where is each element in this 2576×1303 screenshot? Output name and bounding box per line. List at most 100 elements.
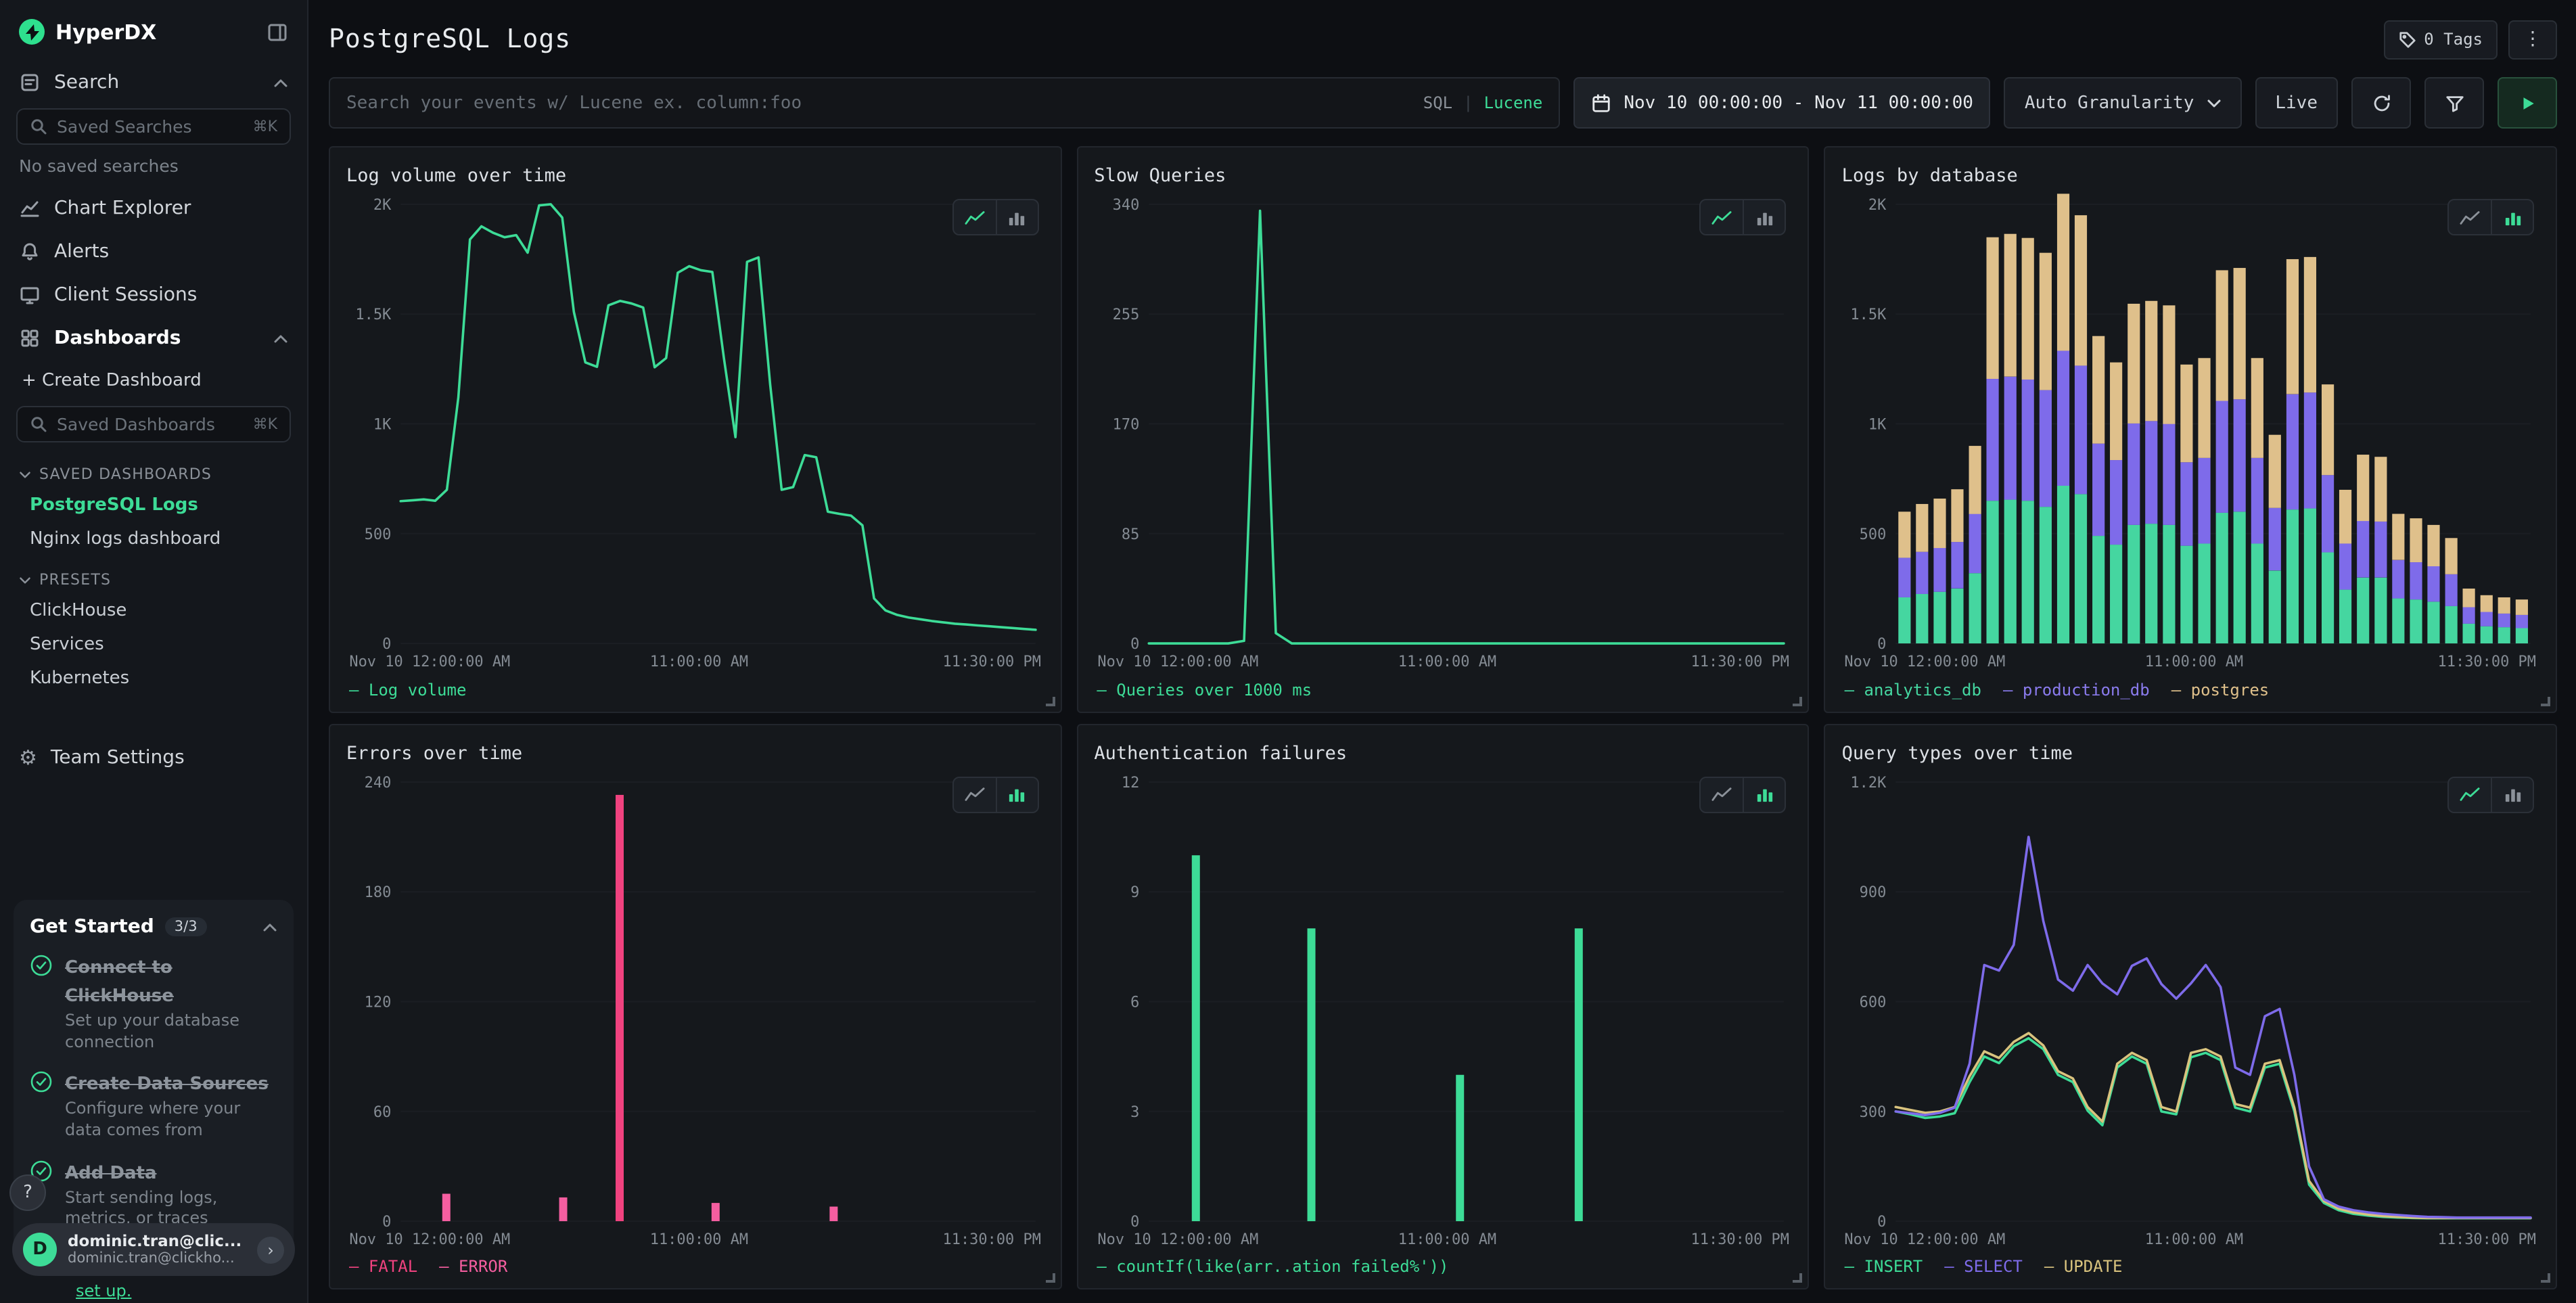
get-started-item-add-data[interactable]: Add Data Start sending logs, metrics, or… [30, 1158, 277, 1230]
svg-text:Nov 10 12:00:00 AM: Nov 10 12:00:00 AM [349, 1231, 510, 1248]
svg-text:1.5K: 1.5K [1851, 306, 1887, 323]
svg-text:170: 170 [1112, 417, 1139, 434]
sidebar-item-label: Client Sessions [54, 284, 288, 306]
date-range-picker[interactable]: Nov 10 00:00:00 - Nov 11 00:00:00 [1573, 77, 1991, 129]
sql-mode-button[interactable]: SQL [1423, 93, 1452, 112]
query-language-switch: SQL | Lucene [1423, 93, 1543, 112]
panel-authentication-failures: Authentication failures 036912Nov 10 12:… [1076, 723, 1809, 1289]
bar-chart-toggle[interactable] [1743, 200, 1785, 234]
create-dashboard-label: + Create Dashboard [22, 371, 202, 391]
resize-handle[interactable] [2541, 696, 2550, 706]
get-started-item-desc: Configure where your data comes from [65, 1099, 277, 1141]
resize-handle[interactable] [2541, 1273, 2550, 1283]
panel-errors-over-time: Errors over time 060120180240Nov 10 12:0… [329, 723, 1061, 1289]
svg-text:500: 500 [1860, 526, 1887, 543]
svg-text:Nov 10 12:00:00 AM: Nov 10 12:00:00 AM [1097, 1231, 1258, 1248]
bar-chart-toggle[interactable] [995, 200, 1037, 234]
chevron-up-icon[interactable] [262, 923, 277, 932]
dots-vertical-icon: ⋮ [2523, 30, 2542, 49]
get-started-item-connect[interactable]: Connect to ClickHouse Set up your databa… [30, 953, 277, 1053]
svg-text:1.2K: 1.2K [1851, 774, 1887, 791]
event-search-input[interactable] [346, 93, 1410, 113]
granularity-dropdown[interactable]: Auto Granularity [2004, 77, 2241, 129]
sidebar-item-dashboards[interactable]: Dashboards [0, 317, 307, 360]
line-chart-toggle[interactable] [1701, 200, 1743, 234]
sidebar-item-clickhouse[interactable]: ClickHouse [0, 594, 307, 628]
line-chart-toggle[interactable] [953, 200, 995, 234]
line-chart-toggle[interactable] [1701, 777, 1743, 811]
chart-legend: — analytics_db— production_db— postgres [1842, 673, 2539, 706]
set-up-link[interactable]: set up. [76, 1281, 131, 1300]
user-menu[interactable]: D dominic.tran@clic... dominic.tran@clic… [12, 1223, 295, 1276]
tags-button[interactable]: 0 Tags [2383, 20, 2498, 59]
get-started-header[interactable]: Get Started 3/3 [30, 917, 277, 938]
svg-text:11:30:00 PM: 11:30:00 PM [943, 1231, 1041, 1248]
resize-handle[interactable] [1793, 696, 1803, 706]
panel-slow-queries: Slow Queries 085170255340Nov 10 12:00:00… [1076, 146, 1809, 712]
legend-item: — FATAL [349, 1257, 417, 1276]
tag-icon [2398, 30, 2416, 48]
sidebar-item-chart-explorer[interactable]: Chart Explorer [0, 187, 307, 230]
bar-chart-toggle[interactable] [2491, 777, 2533, 811]
get-started-item-desc: Set up your database connection [65, 1011, 277, 1053]
svg-text:0: 0 [382, 636, 391, 653]
saved-dashboards-section-header[interactable]: SAVED DASHBOARDS [0, 451, 307, 488]
hyperdx-logo[interactable]: HyperDX [19, 19, 156, 45]
get-started-card: Get Started 3/3 Connect to ClickHouse Se… [14, 900, 294, 1262]
refresh-button[interactable] [2351, 77, 2411, 129]
bar-chart-toggle[interactable] [1743, 777, 1785, 811]
saved-searches-placeholder: Saved Searches [57, 116, 244, 137]
run-query-button[interactable] [2498, 77, 2557, 129]
filter-button[interactable] [2424, 77, 2484, 129]
svg-text:60: 60 [373, 1103, 391, 1120]
chart-type-toggles [2447, 776, 2534, 813]
sidebar-item-label: Alerts [54, 241, 288, 262]
bell-icon [19, 241, 41, 262]
sidebar-item-postgresql-logs[interactable]: PostgreSQL Logs [0, 488, 307, 522]
resize-handle[interactable] [1045, 1273, 1055, 1283]
sidebar-item-alerts[interactable]: Alerts [0, 230, 307, 273]
panel-query-types: Query types over time 03006009001.2KNov … [1824, 723, 2557, 1289]
live-button[interactable]: Live [2255, 77, 2338, 129]
sidebar-item-nginx-dashboard[interactable]: Nginx logs dashboard [0, 522, 307, 556]
sidebar-item-search[interactable]: Search [0, 61, 307, 104]
resize-handle[interactable] [1045, 696, 1055, 706]
panel-title: Logs by database [1842, 165, 2018, 187]
line-chart-toggle[interactable] [953, 777, 995, 811]
bar-chart-toggle[interactable] [995, 777, 1037, 811]
svg-text:1.5K: 1.5K [355, 306, 392, 323]
get-started-item-sources[interactable]: Create Data Sources Configure where your… [30, 1069, 277, 1141]
title-actions: 0 Tags ⋮ [2383, 20, 2557, 59]
user-name: dominic.tran@clic... [68, 1231, 242, 1251]
refresh-icon [2371, 93, 2391, 113]
sidebar-item-client-sessions[interactable]: Client Sessions [0, 273, 307, 317]
chart-query-types: 03006009001.2KNov 10 12:00:00 AM11:00:00… [1842, 768, 2539, 1250]
line-chart-toggle[interactable] [2449, 777, 2491, 811]
bar-chart-toggle[interactable] [2491, 200, 2533, 234]
lucene-mode-button[interactable]: Lucene [1484, 93, 1543, 112]
create-dashboard-button[interactable]: + Create Dashboard [0, 360, 307, 402]
sidebar-item-kubernetes[interactable]: Kubernetes [0, 662, 307, 695]
resize-handle[interactable] [1793, 1273, 1803, 1283]
more-menu-button[interactable]: ⋮ [2508, 20, 2557, 59]
svg-text:11:30:00 PM: 11:30:00 PM [1690, 654, 1789, 670]
help-button[interactable]: ? [9, 1174, 46, 1211]
sidebar-item-team-settings[interactable]: ⚙ Team Settings [0, 736, 307, 779]
hyperdx-logo-icon [19, 19, 45, 45]
svg-text:Nov 10 12:00:00 AM: Nov 10 12:00:00 AM [1845, 1231, 2006, 1248]
svg-text:6: 6 [1130, 994, 1138, 1011]
saved-dashboards-input[interactable]: Saved Dashboards ⌘K [16, 406, 291, 442]
search-section-icon [19, 72, 41, 93]
legend-item: — SELECT [1944, 1257, 2023, 1276]
line-chart-toggle[interactable] [2449, 200, 2491, 234]
sidebar-collapse-icon[interactable] [267, 21, 288, 43]
tags-button-label: 0 Tags [2424, 30, 2483, 49]
saved-searches-input[interactable]: Saved Searches ⌘K [16, 108, 291, 145]
svg-text:500: 500 [365, 526, 392, 543]
presets-section-header[interactable]: PRESETS [0, 556, 307, 594]
svg-text:Nov 10 12:00:00 AM: Nov 10 12:00:00 AM [1097, 654, 1258, 670]
chart-type-toggles [1700, 199, 1787, 235]
chart-type-toggles [1700, 776, 1787, 813]
sidebar-item-services[interactable]: Services [0, 628, 307, 662]
page-title: PostgreSQL Logs [329, 24, 571, 54]
